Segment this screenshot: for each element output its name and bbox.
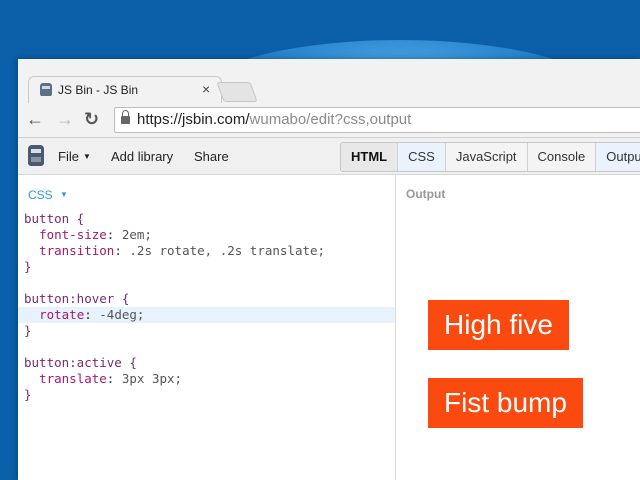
tab-title: JS Bin - JS Bin — [58, 83, 139, 97]
code-line[interactable]: button:hover { — [18, 291, 395, 307]
code-line[interactable] — [18, 275, 395, 291]
jsbin-toolbar: File ▼ Add library Share HTML CSS JavaScr… — [18, 138, 640, 175]
css-selector: button:active { — [24, 355, 137, 370]
tab-javascript[interactable]: JavaScript — [444, 143, 527, 171]
code-line[interactable]: transition: .2s rotate, .2s translate; — [18, 243, 395, 259]
jsbin-logo-icon[interactable] — [28, 145, 44, 166]
css-panel-label[interactable]: CSS ▼ — [28, 188, 68, 202]
css-property: rotate — [39, 307, 85, 322]
css-value: .2s rotate, .2s translate; — [129, 243, 326, 258]
url-path: wumabo/edit?css,output — [249, 111, 412, 128]
reload-icon[interactable]: ↻ — [84, 109, 99, 129]
address-bar[interactable]: https://jsbin.com/wumabo/edit?css,output — [114, 107, 640, 133]
css-selector: button:hover { — [24, 291, 130, 306]
css-selector: } — [24, 323, 32, 338]
url-text[interactable]: https://jsbin.com/wumabo/edit?css,output — [137, 111, 411, 128]
code-line[interactable]: translate: 3px 3px; — [18, 371, 395, 387]
browser-window: JS Bin - JS Bin × ← → ↻ https://jsbin.co… — [18, 59, 640, 480]
css-label-text: CSS — [28, 188, 53, 202]
code-area[interactable]: button { font-size: 2em; transition: .2s… — [18, 211, 395, 403]
jsbin-favicon-icon — [40, 83, 52, 96]
output-panel-label: Output — [406, 187, 446, 201]
tab-output[interactable]: Output — [595, 143, 640, 171]
css-property: font-size — [39, 227, 107, 242]
share-button[interactable]: Share — [194, 149, 229, 164]
back-icon[interactable]: ← — [26, 109, 44, 129]
close-tab-icon[interactable]: × — [202, 81, 210, 97]
css-value: 3px 3px; — [121, 371, 183, 386]
chevron-down-icon: ▼ — [82, 152, 91, 161]
lock-icon — [121, 110, 130, 124]
code-colon: : — [106, 371, 122, 386]
code-line[interactable]: rotate: -4deg; — [18, 307, 395, 323]
css-editor-panel[interactable]: CSS ▼ button { font-size: 2em; transitio… — [18, 175, 396, 480]
css-property: transition — [39, 243, 115, 258]
add-library-button[interactable]: Add library — [111, 149, 173, 164]
file-menu-label: File — [58, 149, 79, 164]
code-line[interactable]: } — [18, 387, 395, 403]
code-line[interactable]: } — [18, 323, 395, 339]
css-value: -4deg; — [99, 307, 145, 322]
css-selector: } — [24, 259, 32, 274]
panel-toggles: HTML CSS JavaScript Console Output — [340, 142, 640, 172]
code-line[interactable]: } — [18, 259, 395, 275]
code-line[interactable]: button:active { — [18, 355, 395, 371]
code-colon: : — [114, 243, 130, 258]
output-panel: Output High five Fist bump — [396, 175, 640, 480]
tab-html[interactable]: HTML — [341, 143, 398, 171]
navigation-bar: ← → ↻ https://jsbin.com/wumabo/edit?css,… — [18, 103, 640, 138]
css-property: translate — [39, 371, 107, 386]
code-line[interactable]: button { — [18, 211, 395, 227]
file-menu[interactable]: File ▼ — [58, 149, 91, 164]
code-colon: : — [84, 307, 100, 322]
css-value: 2em; — [121, 227, 152, 242]
browser-tab[interactable]: JS Bin - JS Bin × — [28, 76, 222, 104]
chevron-down-icon: ▼ — [60, 190, 68, 199]
high-five-button[interactable]: High five — [428, 300, 569, 350]
tab-console[interactable]: Console — [526, 143, 596, 171]
css-selector: button { — [24, 211, 85, 226]
tab-strip: JS Bin - JS Bin × — [18, 59, 640, 104]
code-line[interactable]: font-size: 2em; — [18, 227, 395, 243]
new-tab-button[interactable] — [216, 82, 258, 102]
fist-bump-button[interactable]: Fist bump — [428, 378, 583, 428]
code-line[interactable] — [18, 339, 395, 355]
code-colon: : — [106, 227, 122, 242]
forward-icon[interactable]: → — [56, 109, 74, 129]
url-host: https://jsbin.com/ — [137, 111, 250, 128]
css-selector: } — [24, 387, 32, 402]
tab-css[interactable]: CSS — [397, 143, 445, 171]
